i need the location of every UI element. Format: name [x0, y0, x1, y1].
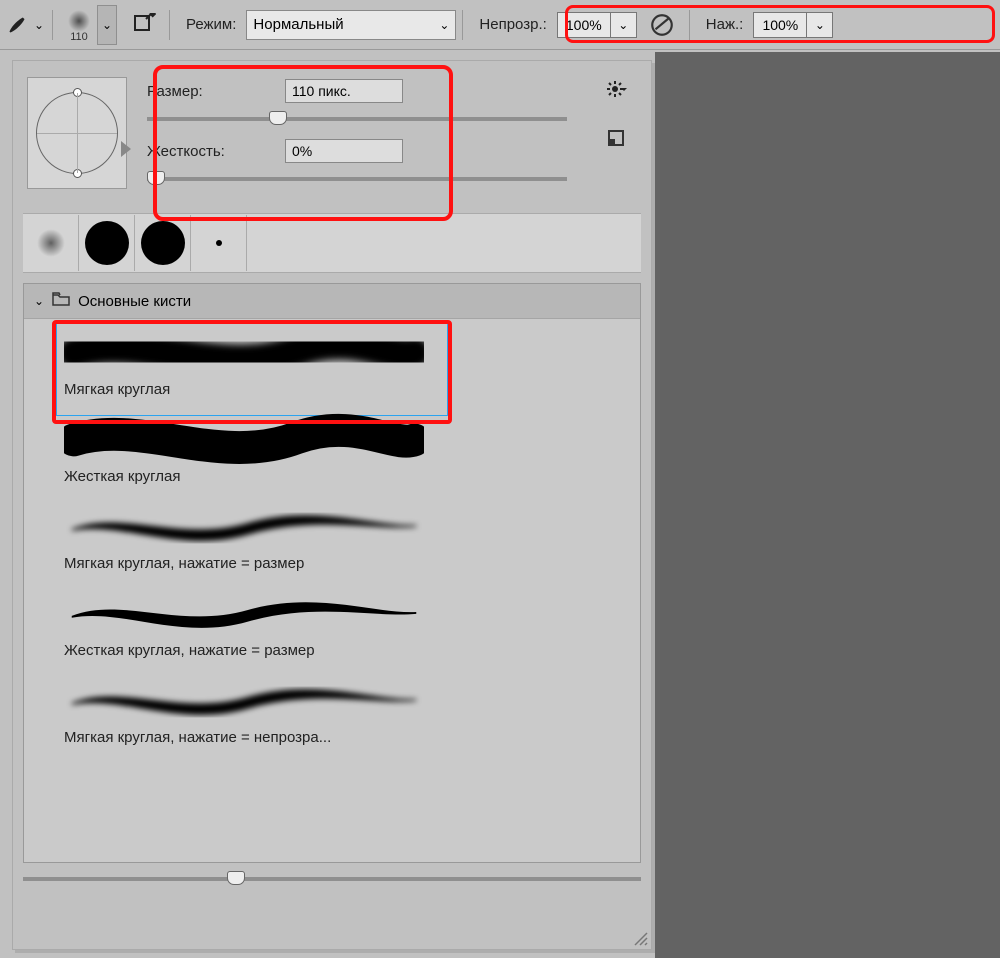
resize-grip-icon[interactable]: [629, 927, 649, 947]
blend-mode-select[interactable]: Нормальный ⌄: [246, 10, 456, 40]
brush-preview-picker[interactable]: 110 ⌄: [63, 5, 117, 45]
blend-mode-value: Нормальный: [253, 16, 343, 33]
brush-stroke-preview: [64, 584, 626, 640]
brush-name: Жесткая круглая, нажатие = размер: [64, 642, 626, 659]
divider: [52, 10, 53, 40]
folder-icon: [52, 292, 70, 310]
opacity-pressure-toggle-icon[interactable]: [649, 12, 675, 38]
brush-angle-control[interactable]: [27, 77, 127, 189]
new-preset-icon[interactable]: [605, 127, 629, 151]
brush-stroke-preview: [64, 323, 626, 379]
brush-preset-item[interactable]: Жесткая круглая, нажатие = размер: [24, 580, 640, 667]
brush-preview-dropdown[interactable]: ⌄: [97, 5, 117, 45]
size-input[interactable]: 110 пикс.: [285, 79, 403, 103]
brush-stroke-preview: [64, 410, 626, 466]
brush-tool-icon[interactable]: [6, 14, 28, 36]
flow-dropdown[interactable]: ⌄: [807, 12, 833, 38]
brush-stroke-preview: [64, 497, 626, 553]
brush-preset-item[interactable]: Мягкая круглая: [24, 319, 640, 406]
recent-brush-2[interactable]: [79, 215, 135, 271]
options-toolbar: ⌄ 110 ⌄ Режим: Нормальный ⌄ Непрозр.: 10…: [0, 0, 1000, 50]
divider: [169, 10, 170, 40]
recent-brush-1[interactable]: [23, 215, 79, 271]
tool-dropdown-arrow[interactable]: ⌄: [32, 13, 46, 37]
brush-preset-item[interactable]: Жесткая круглая: [24, 406, 640, 493]
brush-size-label-small: 110: [70, 31, 88, 43]
brush-settings-panel-button[interactable]: [129, 10, 159, 40]
gear-icon[interactable]: [605, 77, 629, 101]
hardness-input[interactable]: 0%: [285, 139, 403, 163]
chevron-down-icon: ⌄: [34, 294, 44, 308]
opacity-input[interactable]: 100%: [557, 12, 611, 38]
preview-size-slider[interactable]: [23, 877, 641, 881]
recent-brush-4[interactable]: [191, 215, 247, 271]
hardness-slider[interactable]: [147, 177, 567, 181]
arrow-right-icon: [121, 141, 131, 157]
mode-label: Режим:: [186, 16, 236, 33]
opacity-dropdown[interactable]: ⌄: [611, 12, 637, 38]
recent-brushes-row: [23, 213, 641, 273]
canvas-area[interactable]: [655, 52, 1000, 958]
size-label: Размер:: [147, 83, 273, 100]
divider: [689, 10, 690, 40]
brush-list: ⌄ Основные кисти Мягкая круглая Жесткая …: [23, 283, 641, 863]
brush-name: Жесткая круглая: [64, 468, 626, 485]
flow-input[interactable]: 100%: [753, 12, 807, 38]
divider: [462, 10, 463, 40]
brush-name: Мягкая круглая, нажатие = размер: [64, 555, 626, 572]
brush-stroke-preview: [64, 671, 626, 727]
flow-label: Наж.:: [706, 16, 744, 33]
hardness-label: Жесткость:: [147, 143, 273, 160]
brush-preset-item[interactable]: Мягкая круглая, нажатие = размер: [24, 493, 640, 580]
brush-preview-thumb: 110: [63, 6, 95, 44]
chevron-down-icon: ⌄: [439, 18, 449, 32]
size-slider[interactable]: [147, 117, 567, 121]
brush-preset-item[interactable]: Мягкая круглая, нажатие = непрозра...: [24, 667, 640, 754]
brush-group-name: Основные кисти: [78, 293, 191, 310]
recent-brush-empty: [247, 215, 303, 271]
recent-brush-3[interactable]: [135, 215, 191, 271]
opacity-label: Непрозр.:: [479, 16, 546, 33]
brush-name: Мягкая круглая, нажатие = непрозра...: [64, 729, 626, 746]
brush-name: Мягкая круглая: [64, 381, 626, 398]
brush-group-header[interactable]: ⌄ Основные кисти: [24, 284, 640, 319]
brush-preset-panel: Размер: 110 пикс. Жесткость: 0%: [12, 60, 652, 950]
